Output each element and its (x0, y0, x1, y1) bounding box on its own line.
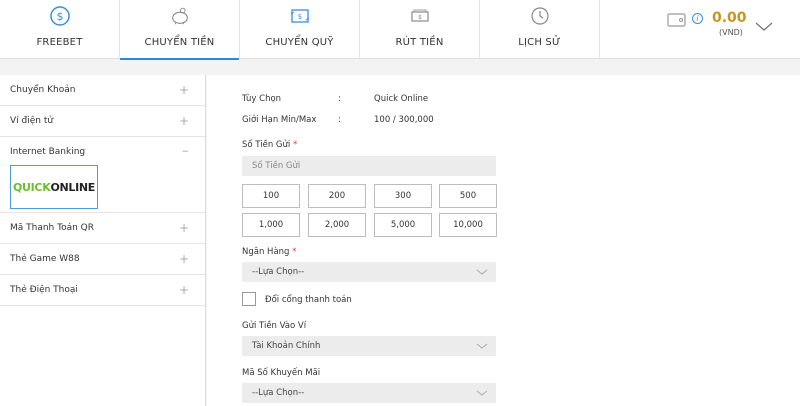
amount-button-2000[interactable]: 2,000 (308, 213, 366, 237)
switch-gateway-label: Đổi cổng thanh toán (265, 295, 352, 305)
amount-button-500[interactable]: 500 (439, 184, 497, 208)
chevron-down-icon[interactable] (755, 17, 773, 36)
amount-button-300[interactable]: 300 (374, 184, 432, 208)
deposit-form: Tùy Chọn : Quick Online Giới Hạn Min/Max… (207, 75, 800, 406)
cash-icon: $ (409, 5, 431, 27)
option-sep: : (338, 94, 341, 104)
sidebar-item-label: Internet Banking (10, 147, 86, 157)
piggy-bank-icon (169, 5, 191, 27)
sidebar-item-label: Chuyển Khoản (10, 85, 76, 95)
tab-chuyen-tien[interactable]: CHUYỂN TIỀN (120, 0, 240, 60)
top-nav: $ FREEBET CHUYỂN TIỀN $ CHUYỂN QUỸ $ RÚT… (0, 0, 800, 60)
wallet-currency: (VND) (719, 28, 743, 37)
amount-button-100[interactable]: 100 (242, 184, 300, 208)
tab-label: CHUYỂN TIỀN (144, 37, 215, 48)
tab-rut-tien[interactable]: $ RÚT TIỀN (360, 0, 480, 59)
minus-icon: − (181, 147, 189, 157)
wallet-summary: i 0.00 (VND) (600, 0, 800, 58)
sidebar-item-chuyen-khoan[interactable]: Chuyển Khoản + (0, 75, 205, 106)
switch-gateway-checkbox[interactable] (242, 292, 256, 306)
plus-icon: + (178, 283, 189, 297)
sidebar-item-label: Thẻ Điện Thoại (10, 285, 78, 295)
svg-text:$: $ (418, 14, 422, 21)
amount-button-1000[interactable]: 1,000 (242, 213, 300, 237)
plus-icon: + (178, 83, 189, 97)
option-label: Tùy Chọn (242, 94, 282, 104)
limit-sep: : (338, 115, 341, 125)
chevron-down-icon (476, 269, 488, 279)
chevron-down-icon (476, 390, 488, 400)
chevron-down-icon (476, 343, 488, 353)
limit-value: 100 / 300,000 (374, 115, 434, 125)
sidebar-item-the-dien-thoai[interactable]: Thẻ Điện Thoại + (0, 275, 205, 306)
sidebar-item-the-game[interactable]: Thẻ Game W88 + (0, 244, 205, 275)
tab-lich-su[interactable]: LỊCH SỬ (480, 0, 600, 59)
bank-label: Ngân Hàng * (242, 247, 297, 257)
tab-label: RÚT TIỀN (395, 37, 444, 48)
wallet-icon (667, 12, 687, 32)
promo-label: Mã Số Khuyến Mãi (242, 368, 321, 378)
amount-button-10000[interactable]: 10,000 (439, 213, 497, 237)
amount-input[interactable]: Số Tiền Gửi (242, 156, 496, 176)
limit-label: Giới Hạn Min/Max (242, 115, 317, 125)
amount-label: Số Tiền Gửi * (242, 140, 298, 150)
sidebar-item-label: Ví điện tử (10, 116, 54, 126)
tab-label: LỊCH SỬ (518, 37, 561, 48)
wallet-balance: 0.00 (712, 10, 747, 26)
svg-text:$: $ (297, 13, 301, 21)
quickonline-logo[interactable]: QUICK ONLINE (10, 165, 98, 209)
info-icon[interactable]: i (692, 13, 703, 24)
dollar-coin-icon: $ (49, 5, 71, 27)
tab-label: FREEBET (36, 37, 83, 48)
option-value: Quick Online (374, 94, 429, 104)
sidebar-item-vi-dien-tu[interactable]: Ví điện tử + (0, 106, 205, 137)
sidebar-item-label: Thẻ Game W88 (10, 254, 80, 264)
sidebar: Chuyển Khoản + Ví điện tử + Internet Ban… (0, 75, 206, 406)
sidebar-item-internet-banking: Internet Banking − QUICK ONLINE (0, 137, 205, 213)
svg-text:$: $ (56, 10, 63, 23)
wallet-select[interactable]: Tài Khoản Chính (242, 336, 496, 356)
history-icon (529, 5, 551, 27)
tab-chuyen-quy[interactable]: $ CHUYỂN QUỸ (240, 0, 360, 59)
bank-select[interactable]: --Lựa Chọn-- (242, 262, 496, 282)
sidebar-item-label: Mã Thanh Toán QR (10, 223, 95, 233)
wallet-label: Gửi Tiền Vào Ví (242, 321, 307, 331)
amount-button-5000[interactable]: 5,000 (374, 213, 432, 237)
sidebar-item-qr[interactable]: Mã Thanh Toán QR + (0, 213, 205, 244)
tab-freebet[interactable]: $ FREEBET (0, 0, 120, 59)
tab-label: CHUYỂN QUỸ (265, 37, 334, 48)
plus-icon: + (178, 221, 189, 235)
amount-button-200[interactable]: 200 (308, 184, 366, 208)
sidebar-item-header[interactable]: Internet Banking − (10, 147, 195, 157)
plus-icon: + (178, 252, 189, 266)
plus-icon: + (178, 114, 189, 128)
promo-select[interactable]: --Lựa Chọn-- (242, 383, 496, 403)
transfer-icon: $ (289, 5, 311, 27)
